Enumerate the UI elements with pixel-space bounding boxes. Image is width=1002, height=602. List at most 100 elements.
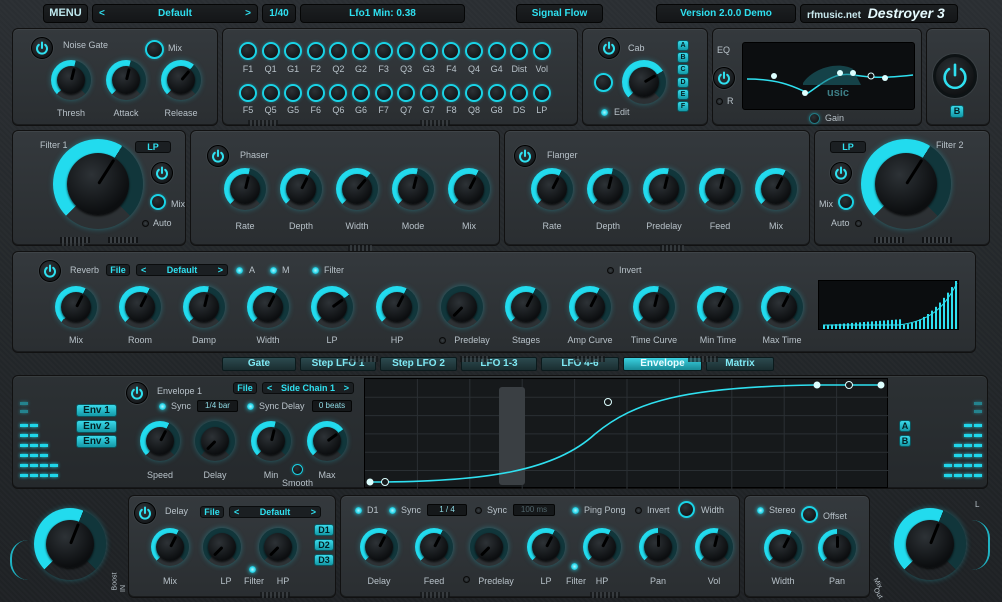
reverb-power-button[interactable] <box>39 260 61 282</box>
envelope-delay-knob[interactable] <box>195 421 235 461</box>
cab-slot-b-button[interactable]: B <box>677 52 689 64</box>
flanger-predelay-knob[interactable] <box>643 168 685 210</box>
preset-prev-button[interactable]: < <box>99 5 105 22</box>
delay-sync-led[interactable] <box>389 507 396 514</box>
delay-sync2-led[interactable] <box>475 507 482 514</box>
delay-invert-led[interactable] <box>635 507 642 514</box>
tab-gate[interactable]: Gate <box>222 357 296 371</box>
eq-node-1[interactable] <box>771 73 777 79</box>
reverb-m-led[interactable] <box>270 267 277 274</box>
reverb-damp-knob[interactable] <box>183 286 225 328</box>
delay2-vol-knob[interactable] <box>695 528 733 566</box>
reverb-preset-next[interactable]: > <box>218 265 223 275</box>
phaser-power-button[interactable] <box>207 145 229 167</box>
cab-slot-d-button[interactable]: D <box>677 76 689 88</box>
eq-graph[interactable]: usic <box>742 42 915 110</box>
filter1-power-button[interactable] <box>151 162 173 184</box>
envelope-sync-value[interactable]: 1/4 bar <box>197 400 238 412</box>
envelope-smooth-knob[interactable] <box>292 464 303 475</box>
noise-gate-mix-knob[interactable] <box>145 40 164 59</box>
phaser-mix-knob[interactable] <box>448 168 490 210</box>
eq-node-6[interactable] <box>882 75 888 81</box>
reverb-room-knob[interactable] <box>119 286 161 328</box>
eq-band-f6-knob[interactable] <box>306 84 325 102</box>
envelope-graph[interactable] <box>364 378 889 489</box>
delay2-lp-knob[interactable] <box>527 528 565 566</box>
delay-sync2-value[interactable]: 100 ms <box>513 504 555 516</box>
envelope-sync-delay-value[interactable]: 0 beats <box>312 400 352 412</box>
phaser-width-knob[interactable] <box>336 168 378 210</box>
filter2-mix-knob[interactable] <box>838 194 854 210</box>
phaser-rate-knob[interactable] <box>224 168 266 210</box>
envelope-sync-led[interactable] <box>159 403 166 410</box>
stereo-pan-knob[interactable] <box>818 529 856 567</box>
delay2-hp-knob[interactable] <box>583 528 621 566</box>
delay2-feed-knob[interactable] <box>415 528 453 566</box>
delay2-pan-knob[interactable] <box>639 528 677 566</box>
reverb-hp-knob[interactable] <box>376 286 418 328</box>
phaser-depth-knob[interactable] <box>280 168 322 210</box>
reverb-time-curve-knob[interactable] <box>633 286 675 328</box>
cab-edit-led[interactable] <box>601 109 608 116</box>
preset-next-button[interactable]: > <box>245 5 251 22</box>
flanger-depth-knob[interactable] <box>587 168 629 210</box>
eq-band-q1-knob[interactable] <box>261 42 280 60</box>
eq-band-f5-knob[interactable] <box>239 84 257 102</box>
envelope-node-end[interactable] <box>877 381 885 389</box>
reverb-max-time-knob[interactable] <box>761 286 803 328</box>
input-boost-knob[interactable] <box>34 508 106 580</box>
menu-button[interactable]: MENU <box>43 4 88 23</box>
flanger-rate-knob[interactable] <box>531 168 573 210</box>
delay2-delay-knob[interactable] <box>360 528 398 566</box>
eq-band-g7-knob[interactable] <box>419 84 438 102</box>
envelope-sync-delay-led[interactable] <box>247 403 254 410</box>
flanger-feed-knob[interactable] <box>699 168 741 210</box>
reverb-width-knob[interactable] <box>247 286 289 328</box>
filter1-auto-led[interactable] <box>142 220 149 227</box>
cab-slot-a-button[interactable]: A <box>677 40 689 51</box>
envelope-source-select[interactable]: < Side Chain 1 > <box>262 382 354 394</box>
delay-hp-knob[interactable] <box>259 528 297 566</box>
site-link[interactable]: rfmusic.net <box>807 10 861 21</box>
b-button[interactable]: B <box>950 105 964 118</box>
filter1-cutoff-knob[interactable] <box>53 139 143 229</box>
output-mix-knob[interactable] <box>894 508 966 580</box>
eq-band-q4-knob[interactable] <box>465 42 483 60</box>
filter2-power-button[interactable] <box>830 162 852 184</box>
envelope-a-button[interactable]: A <box>899 420 911 432</box>
eq-band-g2-knob[interactable] <box>352 42 370 60</box>
eq-band-f7-knob[interactable] <box>374 84 393 102</box>
noise-gate-thresh-knob[interactable] <box>51 60 91 100</box>
reverb-invert-led[interactable] <box>607 267 614 274</box>
envelope-file-button[interactable]: File <box>233 382 257 394</box>
filter1-mix-knob[interactable] <box>150 194 166 210</box>
cab-slot-c-button[interactable]: C <box>677 64 689 76</box>
eq-band-vol-knob[interactable] <box>532 42 551 60</box>
eq-band-q5-knob[interactable] <box>261 84 280 102</box>
cab-slot-e-button[interactable]: E <box>677 88 689 100</box>
delay-power-button[interactable] <box>134 502 156 524</box>
envelope-min-knob[interactable] <box>251 421 291 461</box>
delay2-filter-led[interactable] <box>571 563 578 570</box>
delay-preset-select[interactable]: < Default > <box>229 506 321 518</box>
eq-node-4[interactable] <box>850 70 856 76</box>
delay-filter-led[interactable] <box>249 566 256 573</box>
flanger-power-button[interactable] <box>514 145 536 167</box>
envelope-node-3[interactable] <box>813 381 821 389</box>
delay-d3-button[interactable]: D3 <box>314 554 334 566</box>
filter2-type-select[interactable]: LP <box>830 141 866 153</box>
filter2-cutoff-knob[interactable] <box>861 139 951 229</box>
delay-sync-value[interactable]: 1 / 4 <box>427 504 467 516</box>
cab-small-knob[interactable] <box>594 73 613 92</box>
reverb-file-button[interactable]: File <box>106 264 130 276</box>
noise-gate-power-button[interactable] <box>31 37 53 59</box>
cab-slot-f-button[interactable]: F <box>677 101 689 112</box>
delay-d1-led[interactable] <box>355 507 362 514</box>
eq-band-g3-knob[interactable] <box>419 42 438 60</box>
eq-band-f2-knob[interactable] <box>306 42 325 60</box>
master-power-button[interactable] <box>933 54 977 98</box>
delay-preset-prev[interactable]: < <box>234 507 239 517</box>
eq-band-g6-knob[interactable] <box>352 84 370 102</box>
eq-band-f3-knob[interactable] <box>374 42 393 60</box>
envelope-node-curve1[interactable] <box>381 478 389 486</box>
